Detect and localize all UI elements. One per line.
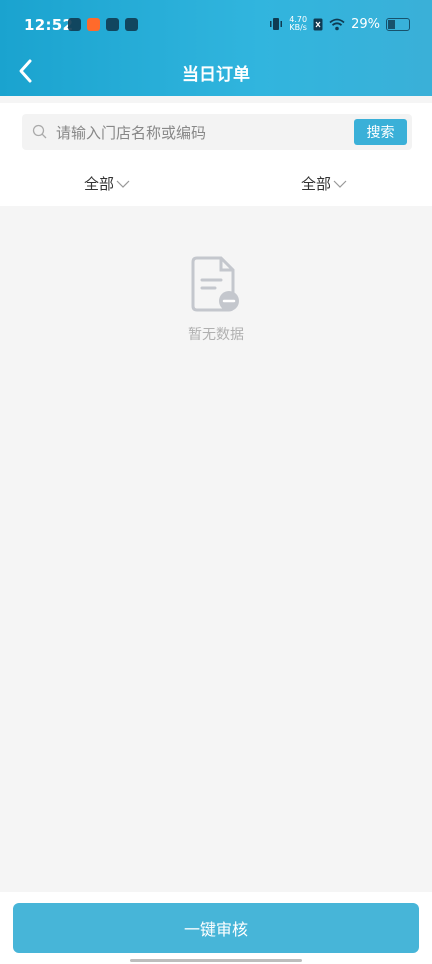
search-panel: 搜索 全部 全部 xyxy=(0,103,432,206)
filter-label: 全部 xyxy=(84,174,115,193)
notification-icons xyxy=(68,18,138,31)
page-title: 当日订单 xyxy=(182,65,250,85)
net-speed-unit: KB/s xyxy=(289,23,307,32)
bottom-bar: 一键审核 xyxy=(0,892,432,964)
search-bar: 搜索 xyxy=(22,114,412,150)
home-indicator[interactable] xyxy=(130,959,302,962)
app-notification-icon xyxy=(106,18,119,31)
filter-dropdown-left[interactable]: 全部 xyxy=(84,171,130,195)
sim-icon xyxy=(313,18,323,30)
status-time: 12:52 xyxy=(24,16,74,34)
empty-document-icon xyxy=(191,256,239,312)
app-notification-icon xyxy=(68,18,81,31)
vibrate-icon xyxy=(270,18,283,30)
battery-percent: 29% xyxy=(351,16,380,32)
net-speed: 4.70 KB/s xyxy=(289,16,307,32)
search-button[interactable]: 搜索 xyxy=(354,119,407,145)
chevron-down-icon xyxy=(333,180,347,188)
status-right: 4.70 KB/s 29% xyxy=(269,16,410,32)
app-header: 12:52 4.70 KB/s 29% 当日订单 xyxy=(0,0,432,96)
filter-label: 全部 xyxy=(301,174,332,193)
battery-icon xyxy=(386,17,410,31)
app-notification-icon xyxy=(125,18,138,31)
one-click-approve-button[interactable]: 一键审核 xyxy=(13,903,419,953)
wifi-icon xyxy=(329,18,345,30)
app-notification-icon xyxy=(87,18,100,31)
search-input[interactable] xyxy=(54,121,338,145)
search-icon xyxy=(32,124,47,139)
chevron-down-icon xyxy=(116,180,130,188)
empty-state: 暂无数据 xyxy=(0,256,432,344)
status-bar: 12:52 4.70 KB/s 29% xyxy=(0,0,432,52)
empty-state-text: 暂无数据 xyxy=(188,327,244,343)
filter-dropdown-right[interactable]: 全部 xyxy=(301,171,347,195)
